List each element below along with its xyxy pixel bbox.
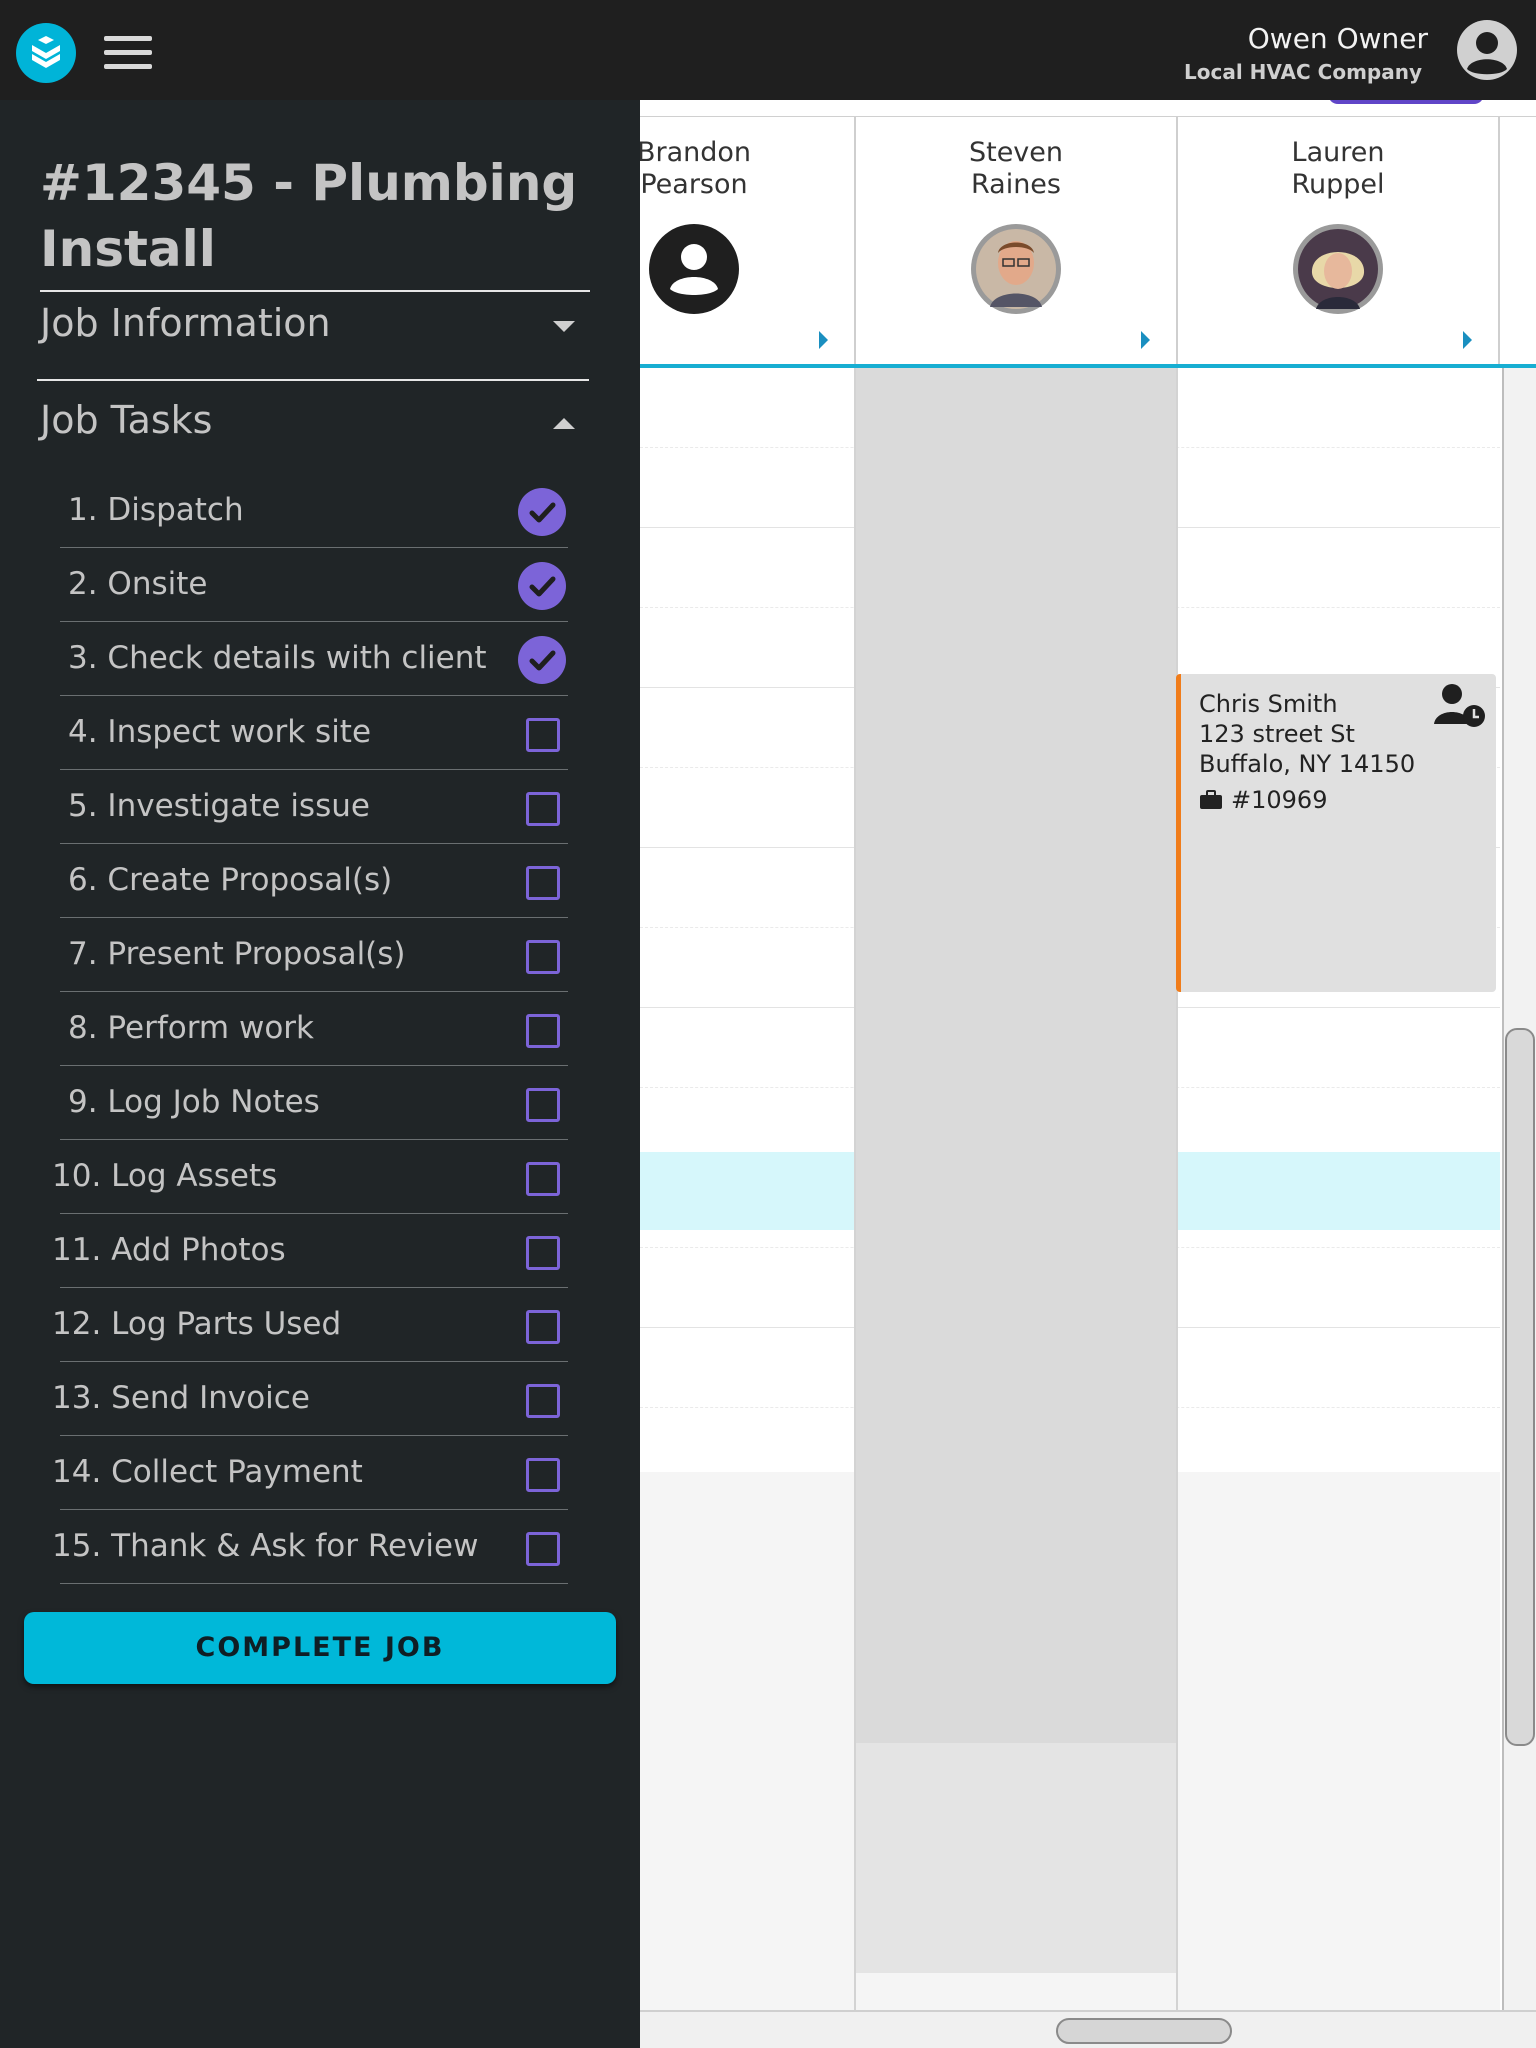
purple-tab-edge[interactable] bbox=[1328, 100, 1484, 104]
task-item[interactable]: 5. Investigate issue bbox=[60, 770, 568, 844]
appointment-card[interactable]: Chris Smith 123 street St Buffalo, NY 14… bbox=[1176, 674, 1496, 992]
task-item[interactable]: 8. Perform work bbox=[60, 992, 568, 1066]
unchecked-box-icon[interactable] bbox=[526, 792, 560, 826]
task-list: 1. Dispatch 2. Onsite 3. Check details wit… bbox=[52, 474, 568, 1584]
chevron-down-icon[interactable] bbox=[553, 321, 575, 332]
person-clock-icon[interactable] bbox=[1434, 682, 1486, 728]
task-label: 8. Perform work bbox=[68, 1010, 314, 1046]
task-label: 13. Send Invoice bbox=[52, 1380, 310, 1416]
app-logo-icon[interactable] bbox=[16, 23, 76, 83]
user-avatar-icon[interactable] bbox=[1456, 19, 1518, 81]
task-label: 12. Log Parts Used bbox=[52, 1306, 342, 1342]
unchecked-box-icon[interactable] bbox=[526, 1532, 560, 1566]
technician-photo-avatar bbox=[1293, 224, 1383, 314]
task-item[interactable]: 15. Thank & Ask for Review bbox=[52, 1510, 568, 1584]
hamburger-menu-icon[interactable] bbox=[104, 36, 152, 70]
task-item[interactable]: 13. Send Invoice bbox=[52, 1362, 568, 1436]
task-label: 7. Present Proposal(s) bbox=[68, 936, 406, 972]
column-divider bbox=[1176, 368, 1178, 2040]
task-item[interactable]: 2. Onsite bbox=[60, 548, 568, 622]
task-item[interactable]: 9. Log Job Notes bbox=[60, 1066, 568, 1140]
appointment-city: Buffalo, NY 14150 bbox=[1199, 750, 1416, 778]
column-expand-arrow-icon[interactable] bbox=[819, 331, 828, 349]
job-sidebar: #12345 - Plumbing Install Job Informatio… bbox=[0, 100, 640, 2048]
column-divider bbox=[854, 368, 856, 2040]
section-label: Job Tasks bbox=[40, 398, 213, 442]
task-label: 9. Log Job Notes bbox=[68, 1084, 320, 1120]
appointment-customer: Chris Smith bbox=[1199, 690, 1338, 718]
task-item[interactable]: 11. Add Photos bbox=[52, 1214, 568, 1288]
task-label: 1. Dispatch bbox=[68, 492, 244, 528]
unchecked-box-icon[interactable] bbox=[526, 1236, 560, 1270]
unavailable-column-shade bbox=[854, 1743, 1176, 1973]
briefcase-icon bbox=[1200, 790, 1222, 809]
appointment-job-row: #10969 bbox=[1199, 786, 1327, 814]
unchecked-box-icon[interactable] bbox=[526, 1088, 560, 1122]
task-label: 11. Add Photos bbox=[52, 1232, 286, 1268]
unchecked-box-icon[interactable] bbox=[526, 718, 560, 752]
chevron-up-icon[interactable] bbox=[553, 418, 575, 429]
column-expand-arrow-icon[interactable] bbox=[1463, 331, 1472, 349]
section-job-information[interactable]: Job Information bbox=[37, 295, 589, 381]
technician-header: Brandon Pearson Steven Raines Lauren Rup… bbox=[640, 116, 1536, 367]
column-expand-arrow-icon[interactable] bbox=[1141, 331, 1150, 349]
unchecked-box-icon[interactable] bbox=[526, 1014, 560, 1048]
task-label: 4. Inspect work site bbox=[68, 714, 372, 750]
horizontal-scroll-thumb[interactable] bbox=[1056, 2018, 1232, 2044]
task-item[interactable]: 14. Collect Payment bbox=[52, 1436, 568, 1510]
company-name: Local HVAC Company bbox=[1184, 60, 1422, 84]
task-label: 2. Onsite bbox=[68, 566, 208, 602]
task-item[interactable]: 6. Create Proposal(s) bbox=[60, 844, 568, 918]
task-label: 14. Collect Payment bbox=[52, 1454, 363, 1490]
user-name: Owen Owner bbox=[1247, 22, 1428, 55]
complete-job-button[interactable]: COMPLETE JOB bbox=[24, 1612, 616, 1684]
task-item[interactable]: 12. Log Parts Used bbox=[52, 1288, 568, 1362]
checked-circle-icon[interactable] bbox=[518, 488, 566, 536]
schedule-grid[interactable]: Brandon Pearson Steven Raines Lauren Rup… bbox=[640, 100, 1536, 2048]
unavailable-column-shade bbox=[854, 368, 1176, 1743]
unchecked-box-icon[interactable] bbox=[526, 1384, 560, 1418]
technician-name: Lauren Ruppel bbox=[1291, 137, 1385, 200]
unchecked-box-icon[interactable] bbox=[526, 1162, 560, 1196]
default-person-icon bbox=[648, 223, 740, 315]
job-title: #12345 - Plumbing Install bbox=[40, 150, 590, 292]
section-label: Job Information bbox=[40, 301, 331, 345]
task-item[interactable]: 3. Check details with client bbox=[60, 622, 568, 696]
vertical-scroll-thumb[interactable] bbox=[1505, 1028, 1535, 1746]
section-job-tasks[interactable]: Job Tasks bbox=[37, 392, 589, 478]
technician-name: Brandon Pearson bbox=[640, 137, 752, 200]
technician-column-steven[interactable]: Steven Raines bbox=[856, 117, 1178, 367]
unchecked-box-icon[interactable] bbox=[526, 1458, 560, 1492]
unchecked-box-icon[interactable] bbox=[526, 940, 560, 974]
task-label: 15. Thank & Ask for Review bbox=[52, 1528, 479, 1564]
task-item[interactable]: 10. Log Assets bbox=[52, 1140, 568, 1214]
unchecked-box-icon[interactable] bbox=[526, 1310, 560, 1344]
task-item[interactable]: 1. Dispatch bbox=[60, 474, 568, 548]
task-label: 10. Log Assets bbox=[52, 1158, 278, 1194]
task-item[interactable]: 7. Present Proposal(s) bbox=[60, 918, 568, 992]
task-label: 6. Create Proposal(s) bbox=[68, 862, 393, 898]
technician-column-lauren[interactable]: Lauren Ruppel bbox=[1178, 117, 1500, 367]
technician-column-brandon[interactable]: Brandon Pearson bbox=[640, 117, 856, 367]
task-item[interactable]: 4. Inspect work site bbox=[60, 696, 568, 770]
checked-circle-icon[interactable] bbox=[518, 636, 566, 684]
appointment-job-number: #10969 bbox=[1231, 786, 1328, 814]
task-label: 3. Check details with client bbox=[68, 640, 487, 676]
task-label: 5. Investigate issue bbox=[68, 788, 370, 824]
technician-photo-avatar bbox=[971, 224, 1061, 314]
checked-circle-icon[interactable] bbox=[518, 562, 566, 610]
appointment-street: 123 street St bbox=[1199, 720, 1355, 748]
top-bar: Owen Owner Local HVAC Company bbox=[0, 0, 1536, 100]
technician-name: Steven Raines bbox=[968, 137, 1064, 200]
unchecked-box-icon[interactable] bbox=[526, 866, 560, 900]
